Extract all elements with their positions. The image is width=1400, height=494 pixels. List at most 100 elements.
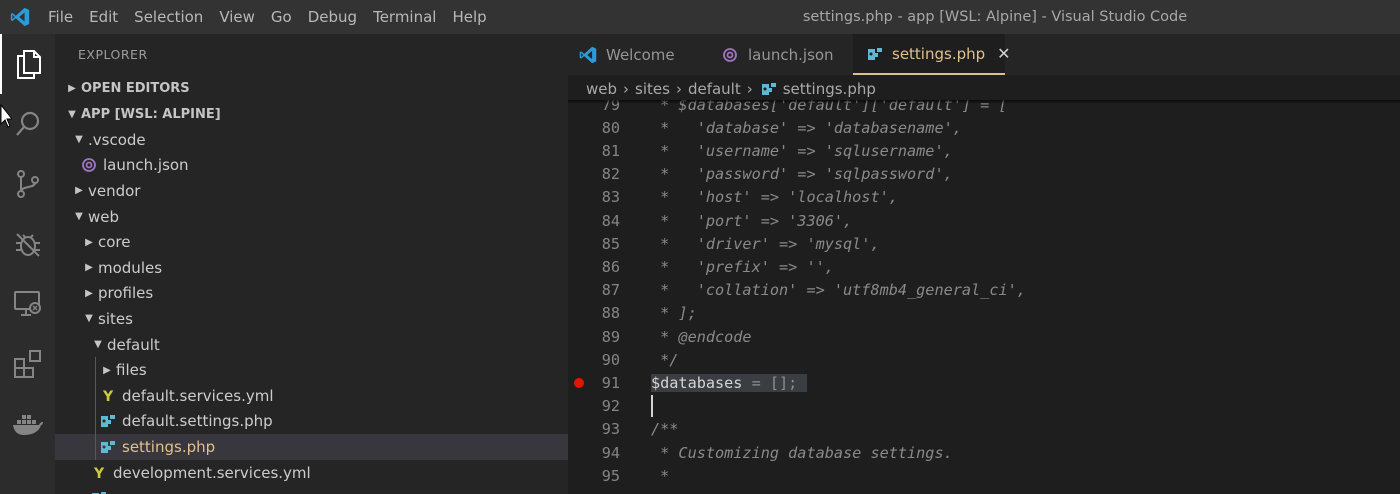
chevron-down-icon: ▼ (94, 339, 102, 351)
debug-icon[interactable] (0, 214, 55, 274)
tree-folder-default[interactable]: ▼ default (55, 332, 568, 358)
line-number: 92 (601, 397, 620, 416)
code-editor[interactable]: 79 * $databases['default']['default'] = … (568, 100, 1400, 494)
code-line: 94 * Customizing database settings. (568, 441, 1400, 464)
code-text: $databases = []; (651, 373, 808, 392)
tree-item-label: modules (98, 258, 163, 277)
explorer-title: EXPLORER (78, 47, 148, 62)
tree-item-label: settings.php (122, 437, 216, 456)
code-variable: $databases (651, 373, 743, 392)
indent-guide (95, 357, 96, 383)
chevron-right-icon: ▶ (85, 236, 93, 248)
breadcrumb-item[interactable]: settings.php (783, 80, 876, 98)
yaml-icon: Y (98, 387, 118, 405)
tree-item-label: sites (98, 309, 133, 328)
json-debug-icon (79, 156, 99, 174)
tree-file-launch-json[interactable]: launch.json (55, 153, 568, 179)
tab-launch-json[interactable]: launch.json (708, 34, 843, 75)
open-editors-section[interactable]: ▶ OPEN EDITORS (63, 77, 190, 99)
code-line: 95 * (568, 464, 1400, 487)
line-number: 81 (601, 141, 620, 160)
workspace-label: APP [WSL: ALPINE] (81, 106, 221, 122)
code-line-breakpoint: 91 $databases = []; (568, 371, 1400, 394)
chevron-down-icon: ▼ (75, 134, 83, 146)
vscode-logo-icon (0, 0, 40, 34)
tree-item-label: vendor (88, 181, 141, 200)
code-text: * ]; (651, 304, 697, 323)
line-number: 91 (601, 373, 620, 392)
menu-view[interactable]: View (211, 0, 263, 34)
chevron-down-icon: ▼ (85, 313, 93, 325)
menu-file[interactable]: File (40, 0, 81, 34)
line-number: 83 (601, 188, 620, 207)
tree-folder-files[interactable]: ▶ files (55, 357, 568, 383)
tab-bar: Welcome launch.json settings.php ✕ (568, 34, 1400, 75)
drupal-php-icon (759, 80, 779, 98)
tree-item-label: development.services.yml (113, 463, 311, 482)
json-debug-icon (720, 46, 740, 64)
code-line: 85 * 'driver' => 'mysql', (568, 232, 1400, 255)
code-line: 89 * @endcode (568, 325, 1400, 348)
close-icon[interactable]: ✕ (997, 44, 1010, 63)
tab-label: settings.php (892, 44, 986, 63)
chevron-right-icon: ▶ (68, 82, 76, 94)
remote-explorer-icon[interactable] (0, 274, 55, 334)
code-line: 83 * 'host' => 'localhost', (568, 186, 1400, 209)
tree-folder-vscode[interactable]: ▼ .vscode (55, 127, 568, 153)
tree-item-label: .vscode (88, 130, 146, 149)
tree-folder-web[interactable]: ▼ web (55, 204, 568, 230)
menu-edit[interactable]: Edit (81, 0, 126, 34)
tree-file-development-services-yml[interactable]: Y development.services.yml (55, 460, 568, 486)
code-line: 81 * 'username' => 'sqlusername', (568, 139, 1400, 162)
search-icon[interactable] (0, 94, 55, 154)
activity-bar (0, 34, 55, 494)
docker-icon[interactable] (0, 394, 55, 454)
tree-item-label: files (116, 361, 147, 380)
breadcrumb-item[interactable]: sites (635, 80, 670, 98)
drupal-php-icon (89, 489, 109, 494)
code-text: * 'driver' => 'mysql', (651, 234, 880, 253)
tree-folder-core[interactable]: ▶ core (55, 229, 568, 255)
code-text: /** (651, 420, 679, 439)
breadcrumb-item[interactable]: default (688, 80, 741, 98)
menu-selection[interactable]: Selection (126, 0, 211, 34)
indent-guide (95, 408, 96, 435)
extensions-icon[interactable] (0, 334, 55, 394)
code-operator: = []; (742, 373, 798, 392)
explorer-icon[interactable] (0, 34, 55, 94)
tree-folder-vendor[interactable]: ▶ vendor (55, 178, 568, 204)
tab-welcome[interactable]: Welcome (568, 34, 698, 75)
code-text: * 'prefix' => '', (651, 257, 834, 276)
breadcrumb-item[interactable]: web (586, 80, 617, 98)
workspace-section[interactable]: ▼ APP [WSL: ALPINE] (63, 103, 221, 125)
source-control-icon[interactable] (0, 154, 55, 214)
menu-debug[interactable]: Debug (300, 0, 365, 34)
text-cursor (651, 395, 653, 418)
tree-folder-profiles[interactable]: ▶ profiles (55, 281, 568, 307)
tab-settings-php[interactable]: settings.php ✕ (853, 34, 1011, 75)
tree-folder-sites[interactable]: ▼ sites (55, 306, 568, 332)
tree-file-default-settings-php[interactable]: default.settings.php (55, 408, 568, 435)
chevron-right-icon: ▶ (85, 287, 93, 299)
line-number: 94 (601, 443, 620, 462)
tree-file-settings-php[interactable]: settings.php (55, 434, 568, 460)
code-line: 82 * 'password' => 'sqlpassword', (568, 163, 1400, 186)
svg-text:Y: Y (102, 389, 114, 404)
tab-label: Welcome (606, 45, 675, 64)
menu-terminal[interactable]: Terminal (365, 0, 444, 34)
code-text: * 'host' => 'localhost', (651, 188, 898, 207)
tree-file-default-services-yml[interactable]: Y default.services.yml (55, 383, 568, 409)
menu-bar: File Edit Selection View Go Debug Termin… (40, 0, 495, 34)
open-editors-label: OPEN EDITORS (81, 80, 190, 96)
menu-help[interactable]: Help (444, 0, 494, 34)
line-number: 82 (601, 165, 620, 184)
tree-item-label: launch.json (103, 156, 189, 175)
line-number: 89 (601, 327, 620, 346)
tree-item-label: default (107, 335, 160, 354)
tree-item-label: default.services.yml (122, 386, 274, 405)
menu-go[interactable]: Go (263, 0, 300, 34)
code-text: */ (651, 350, 679, 369)
tree-item-label: default.settings.php (122, 412, 273, 431)
code-text: * 'port' => '3306', (651, 211, 853, 230)
tree-folder-modules[interactable]: ▶ modules (55, 255, 568, 281)
